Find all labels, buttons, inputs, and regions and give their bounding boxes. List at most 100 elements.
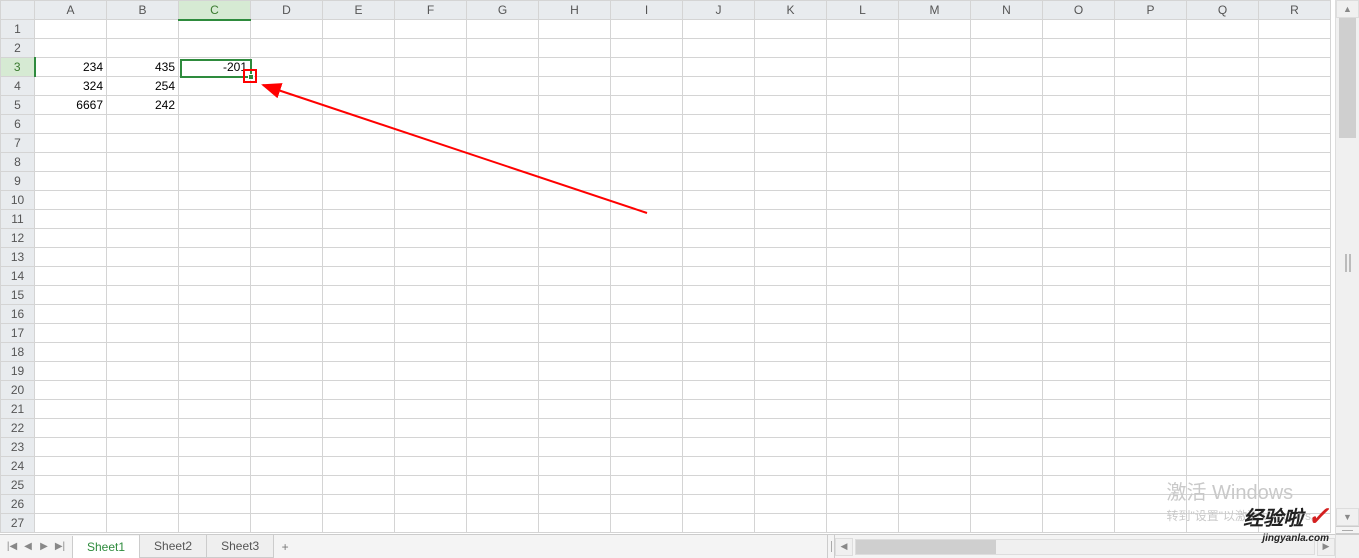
- cell-J8[interactable]: [683, 153, 755, 172]
- cell-B14[interactable]: [107, 267, 179, 286]
- cell-D26[interactable]: [251, 495, 323, 514]
- cell-O22[interactable]: [1043, 419, 1115, 438]
- cell-O23[interactable]: [1043, 438, 1115, 457]
- cell-I25[interactable]: [611, 476, 683, 495]
- cell-N21[interactable]: [971, 400, 1043, 419]
- spreadsheet-grid[interactable]: ABCDEFGHIJKLMNOPQR123234435-201432425456…: [0, 0, 1335, 534]
- cell-G16[interactable]: [467, 305, 539, 324]
- cell-P13[interactable]: [1115, 248, 1187, 267]
- col-header-N[interactable]: N: [971, 1, 1043, 20]
- cell-E13[interactable]: [323, 248, 395, 267]
- cell-C16[interactable]: [179, 305, 251, 324]
- cell-A14[interactable]: [35, 267, 107, 286]
- cell-F18[interactable]: [395, 343, 467, 362]
- cell-N25[interactable]: [971, 476, 1043, 495]
- cell-F8[interactable]: [395, 153, 467, 172]
- cell-L27[interactable]: [827, 514, 899, 533]
- cell-A4[interactable]: 324: [35, 77, 107, 96]
- cell-C5[interactable]: [179, 96, 251, 115]
- row-header-11[interactable]: 11: [1, 210, 35, 229]
- cell-F9[interactable]: [395, 172, 467, 191]
- cell-K25[interactable]: [755, 476, 827, 495]
- row-header-23[interactable]: 23: [1, 438, 35, 457]
- cell-K26[interactable]: [755, 495, 827, 514]
- cell-H24[interactable]: [539, 457, 611, 476]
- cell-Q1[interactable]: [1187, 20, 1259, 39]
- cell-O27[interactable]: [1043, 514, 1115, 533]
- cell-B12[interactable]: [107, 229, 179, 248]
- cell-G19[interactable]: [467, 362, 539, 381]
- col-header-D[interactable]: D: [251, 1, 323, 20]
- cell-Q10[interactable]: [1187, 191, 1259, 210]
- cell-H17[interactable]: [539, 324, 611, 343]
- cell-I16[interactable]: [611, 305, 683, 324]
- cell-C20[interactable]: [179, 381, 251, 400]
- cell-D27[interactable]: [251, 514, 323, 533]
- cell-E27[interactable]: [323, 514, 395, 533]
- cell-D20[interactable]: [251, 381, 323, 400]
- cell-C4[interactable]: [179, 77, 251, 96]
- row-header-27[interactable]: 27: [1, 514, 35, 533]
- cell-M22[interactable]: [899, 419, 971, 438]
- cell-L11[interactable]: [827, 210, 899, 229]
- cell-G20[interactable]: [467, 381, 539, 400]
- col-header-J[interactable]: J: [683, 1, 755, 20]
- cell-D17[interactable]: [251, 324, 323, 343]
- cell-O3[interactable]: [1043, 58, 1115, 77]
- cell-E18[interactable]: [323, 343, 395, 362]
- cell-M26[interactable]: [899, 495, 971, 514]
- sheet-tab-sheet2[interactable]: Sheet2: [139, 535, 207, 558]
- col-header-M[interactable]: M: [899, 1, 971, 20]
- cell-M2[interactable]: [899, 39, 971, 58]
- cell-D21[interactable]: [251, 400, 323, 419]
- row-header-7[interactable]: 7: [1, 134, 35, 153]
- cell-L3[interactable]: [827, 58, 899, 77]
- tab-nav-last-icon[interactable]: ▶|: [52, 536, 68, 558]
- cell-N22[interactable]: [971, 419, 1043, 438]
- cell-H16[interactable]: [539, 305, 611, 324]
- cell-M10[interactable]: [899, 191, 971, 210]
- cell-H3[interactable]: [539, 58, 611, 77]
- cell-B2[interactable]: [107, 39, 179, 58]
- cell-I3[interactable]: [611, 58, 683, 77]
- cell-B18[interactable]: [107, 343, 179, 362]
- cell-A3[interactable]: 234: [35, 58, 107, 77]
- cell-L20[interactable]: [827, 381, 899, 400]
- cell-B6[interactable]: [107, 115, 179, 134]
- cell-N8[interactable]: [971, 153, 1043, 172]
- cell-F15[interactable]: [395, 286, 467, 305]
- cell-K27[interactable]: [755, 514, 827, 533]
- cell-Q3[interactable]: [1187, 58, 1259, 77]
- cell-I6[interactable]: [611, 115, 683, 134]
- cell-K2[interactable]: [755, 39, 827, 58]
- cell-L23[interactable]: [827, 438, 899, 457]
- cell-E8[interactable]: [323, 153, 395, 172]
- cell-A5[interactable]: 6667: [35, 96, 107, 115]
- cell-E25[interactable]: [323, 476, 395, 495]
- cell-D7[interactable]: [251, 134, 323, 153]
- cell-H6[interactable]: [539, 115, 611, 134]
- cell-P5[interactable]: [1115, 96, 1187, 115]
- vscroll-down-icon[interactable]: ▼: [1336, 508, 1359, 526]
- cell-M20[interactable]: [899, 381, 971, 400]
- cell-M6[interactable]: [899, 115, 971, 134]
- cell-C11[interactable]: [179, 210, 251, 229]
- cell-G27[interactable]: [467, 514, 539, 533]
- cell-I21[interactable]: [611, 400, 683, 419]
- cell-D6[interactable]: [251, 115, 323, 134]
- cell-F2[interactable]: [395, 39, 467, 58]
- cell-R1[interactable]: [1259, 20, 1331, 39]
- cell-L16[interactable]: [827, 305, 899, 324]
- tab-nav-first-icon[interactable]: |◀: [4, 536, 20, 558]
- cell-J14[interactable]: [683, 267, 755, 286]
- cell-M8[interactable]: [899, 153, 971, 172]
- cell-B9[interactable]: [107, 172, 179, 191]
- cell-N13[interactable]: [971, 248, 1043, 267]
- cell-G21[interactable]: [467, 400, 539, 419]
- cell-J17[interactable]: [683, 324, 755, 343]
- cell-I9[interactable]: [611, 172, 683, 191]
- cell-R2[interactable]: [1259, 39, 1331, 58]
- cell-B5[interactable]: 242: [107, 96, 179, 115]
- cell-B21[interactable]: [107, 400, 179, 419]
- cell-F23[interactable]: [395, 438, 467, 457]
